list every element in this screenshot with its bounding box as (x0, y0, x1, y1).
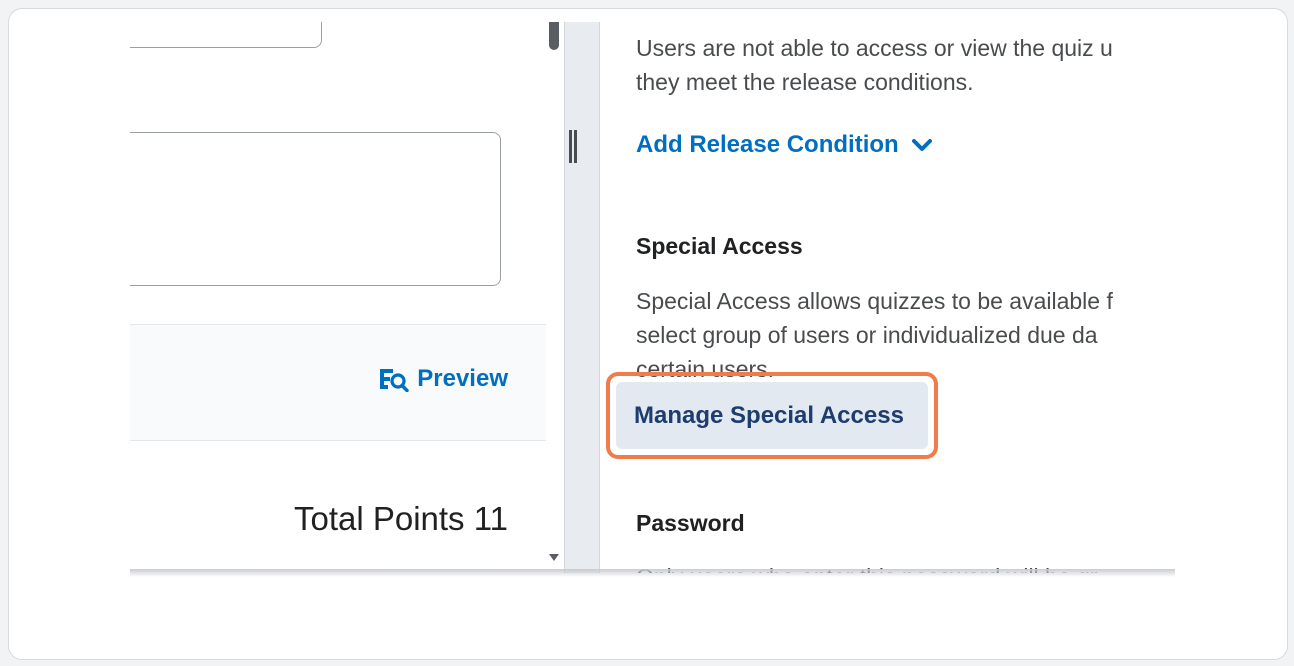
screenshot-frame: Preview Total Points 11 Users are not ab… (8, 8, 1288, 660)
app-viewport: Preview Total Points 11 Users are not ab… (130, 22, 1175, 573)
title-input[interactable] (130, 22, 322, 48)
preview-magnifier-icon (380, 369, 409, 392)
preview-button[interactable]: Preview (379, 365, 508, 393)
splitter-grip-icon[interactable] (569, 130, 577, 163)
password-heading: Password (636, 510, 745, 536)
manage-special-access-button[interactable]: Manage Special Access (616, 382, 928, 449)
availability-pane: Users are not able to access or view the… (600, 22, 1175, 573)
viewport-bottom-shadow (130, 569, 1175, 577)
release-conditions-text: Users are not able to access or view the… (636, 35, 1113, 95)
description-textarea[interactable] (130, 132, 501, 286)
manage-special-access-label: Manage Special Access (634, 401, 904, 429)
preview-bar: Preview (130, 324, 546, 441)
special-access-heading: Special Access (636, 233, 803, 259)
preview-label: Preview (417, 365, 508, 392)
add-release-condition-label: Add Release Condition (636, 131, 899, 158)
scroll-down-arrow-icon[interactable] (549, 554, 559, 561)
add-release-condition-button[interactable]: Add Release Condition (636, 131, 933, 159)
pane-splitter[interactable] (564, 22, 600, 573)
total-points: Total Points 11 (293, 500, 508, 537)
scrollbar-thumb[interactable] (549, 22, 559, 50)
chevron-down-icon (911, 139, 932, 151)
left-scrollbar[interactable] (546, 22, 564, 573)
quiz-editor-pane: Preview Total Points 11 (130, 22, 546, 573)
manage-special-access-highlight: Manage Special Access (606, 372, 938, 459)
special-access-description: Special Access allows quizzes to be avai… (636, 288, 1113, 382)
